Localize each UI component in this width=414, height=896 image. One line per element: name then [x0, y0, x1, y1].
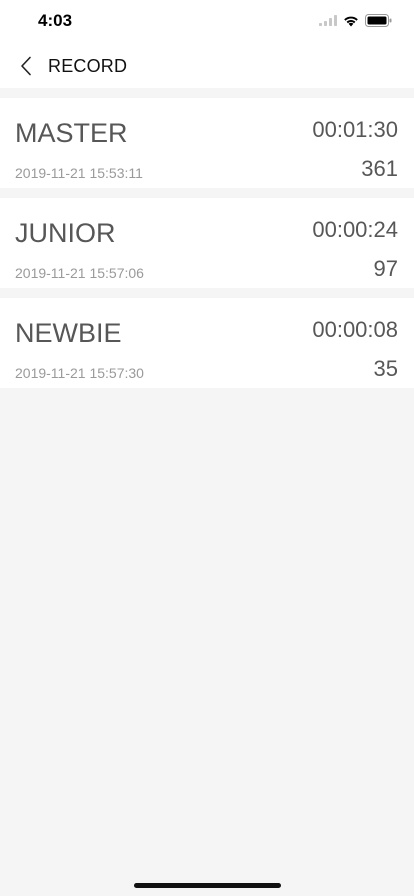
record-score: 35: [373, 356, 398, 381]
record-list: MASTER 2019-11-21 15:53:11 00:01:30 361 …: [0, 98, 414, 398]
record-duration: 00:00:08: [312, 317, 398, 342]
record-screen: 4:03 RECORD MASTER 2019-11-21 15:53:11 0…: [0, 0, 414, 896]
wifi-icon: [344, 16, 358, 26]
chevron-left-icon: [21, 56, 31, 76]
record-score: 97: [373, 256, 398, 281]
record-card-junior[interactable]: JUNIOR 2019-11-21 15:57:06 00:00:24 97: [0, 198, 414, 288]
record-card-newbie[interactable]: NEWBIE 2019-11-21 15:57:30 00:00:08 35: [0, 298, 414, 388]
record-date: 2019-11-21 15:53:11: [15, 165, 143, 181]
record-level: MASTER: [15, 118, 128, 148]
record-level: NEWBIE: [15, 318, 122, 348]
record-level: JUNIOR: [15, 218, 116, 248]
home-indicator: [134, 883, 281, 888]
record-date: 2019-11-21 15:57:06: [15, 265, 144, 281]
record-date: 2019-11-21 15:57:30: [15, 365, 144, 381]
record-duration: 00:00:24: [312, 217, 398, 242]
record-card-master[interactable]: MASTER 2019-11-21 15:53:11 00:01:30 361: [0, 98, 414, 188]
back-button[interactable]: [14, 52, 38, 80]
header: 4:03 RECORD: [0, 0, 414, 88]
record-score: 361: [361, 156, 398, 181]
signal-icon: [319, 15, 337, 26]
status-time: 4:03: [38, 11, 73, 30]
battery-icon: [365, 14, 392, 27]
status-icons: [319, 14, 392, 27]
record-duration: 00:01:30: [312, 117, 398, 142]
page-title: RECORD: [48, 56, 128, 76]
